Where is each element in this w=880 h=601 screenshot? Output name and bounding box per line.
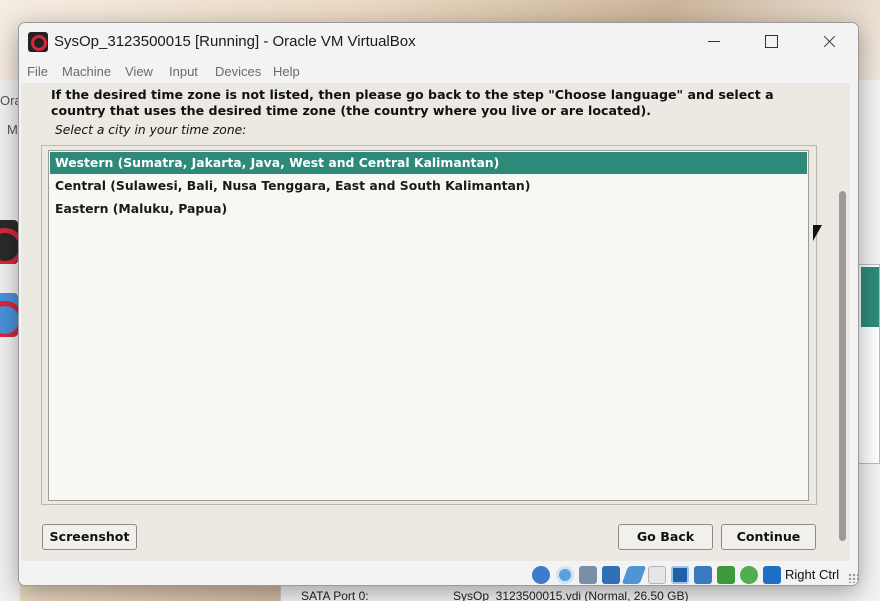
mouse-pointer-icon [813, 225, 822, 241]
optical-drive-icon[interactable] [556, 566, 574, 584]
hard-disk-icon[interactable] [532, 566, 550, 584]
vertical-scrollbar[interactable] [836, 83, 850, 561]
timezone-list[interactable]: Western (Sumatra, Jakarta, Java, West an… [48, 150, 809, 501]
virtualbox-vm-window: SysOp_3123500015 [Running] - Oracle VM V… [18, 22, 859, 586]
virtualbox-app-icon [28, 32, 48, 52]
virtualbox-manager-fragment: Ora M [0, 80, 22, 601]
window-title: SysOp_3123500015 [Running] - Oracle VM V… [54, 33, 416, 50]
timezone-option-eastern[interactable]: Eastern (Maluku, Papua) [50, 198, 807, 220]
continue-button[interactable]: Continue [721, 524, 816, 550]
maximize-button[interactable] [742, 23, 800, 61]
shared-folders-icon[interactable] [648, 566, 666, 584]
timezone-option-central[interactable]: Central (Sulawesi, Bali, Nusa Tenggara, … [50, 175, 807, 197]
menu-file[interactable]: File [27, 64, 48, 79]
mouse-integration-icon[interactable] [717, 566, 735, 584]
cpu-icon[interactable] [740, 566, 758, 584]
vm-preview-thumbnail [858, 264, 880, 464]
storage-details-fragment: SATA Port 0: SysOp_3123500015.vdi (Norma… [280, 585, 880, 601]
usb-icon[interactable] [621, 566, 647, 584]
minimize-button[interactable] [685, 23, 743, 61]
vm-list-icon[interactable] [0, 220, 18, 264]
screenshot-button[interactable]: Screenshot [42, 524, 137, 550]
manager-menu-fragment: M [7, 122, 18, 137]
timezone-option-western[interactable]: Western (Sumatra, Jakarta, Java, West an… [50, 152, 807, 174]
timezone-list-frame: Western (Sumatra, Jakarta, Java, West an… [41, 145, 817, 505]
menu-devices[interactable]: Devices [215, 64, 261, 79]
installer-prompt: Select a city in your time zone: [55, 123, 247, 137]
storage-port-value: SysOp_3123500015.vdi (Normal, 26.50 GB) [453, 589, 689, 601]
network-icon[interactable] [602, 566, 620, 584]
installer-heading: If the desired time zone is not listed, … [51, 87, 774, 118]
guest-display[interactable]: If the desired time zone is not listed, … [21, 83, 850, 561]
storage-port-label: SATA Port 0: [301, 589, 369, 601]
scrollbar-thumb[interactable] [839, 191, 846, 541]
title-bar[interactable]: SysOp_3123500015 [Running] - Oracle VM V… [19, 23, 858, 61]
menu-bar: File Machine View Input Devices Help [19, 61, 858, 83]
status-bar: Right Ctrl [19, 561, 858, 585]
menu-view[interactable]: View [125, 64, 153, 79]
recording-icon[interactable] [694, 566, 712, 584]
close-button[interactable] [800, 23, 858, 61]
menu-help[interactable]: Help [273, 64, 300, 79]
display-icon[interactable] [671, 566, 689, 584]
resize-grip[interactable] [848, 573, 858, 583]
host-key-label: Right Ctrl [785, 567, 840, 582]
menu-machine[interactable]: Machine [62, 64, 111, 79]
vm-list-icon-selected[interactable] [0, 293, 18, 337]
audio-icon[interactable] [579, 566, 597, 584]
keyboard-icon[interactable] [763, 566, 781, 584]
menu-input[interactable]: Input [169, 64, 198, 79]
go-back-button[interactable]: Go Back [618, 524, 713, 550]
